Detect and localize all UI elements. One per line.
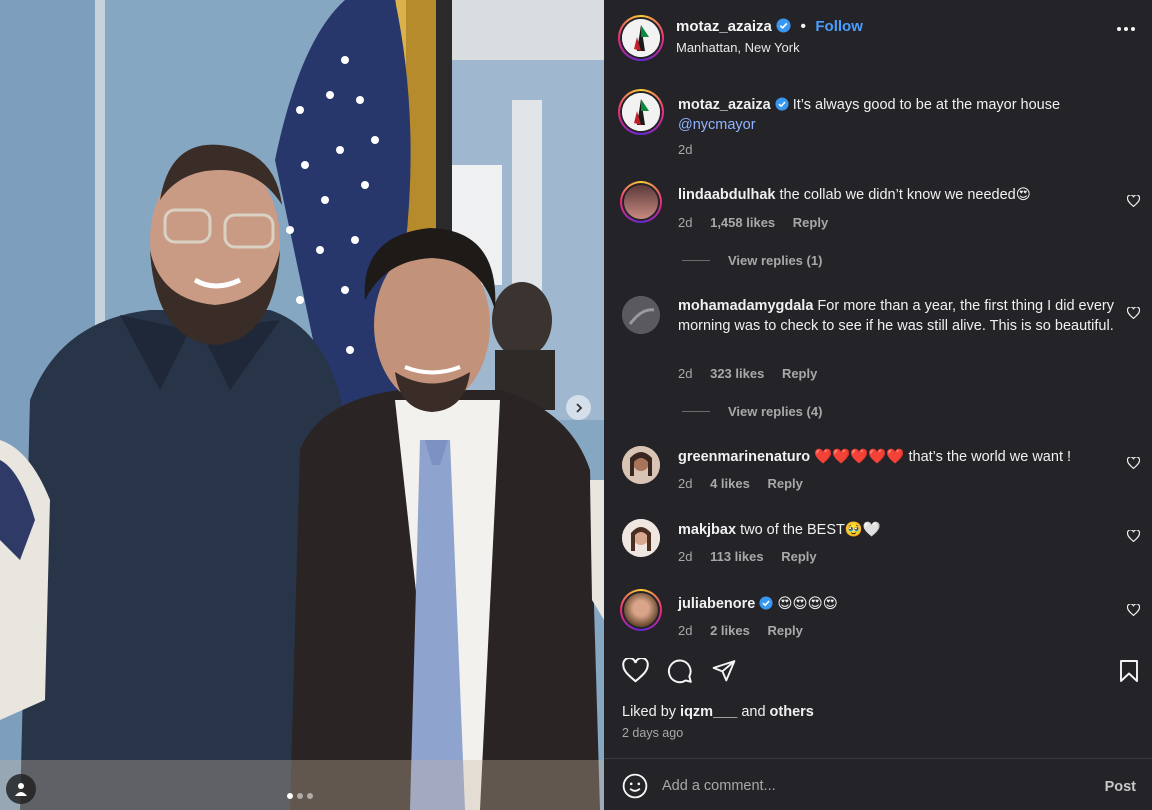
view-replies-label: View replies (4) — [728, 404, 823, 419]
carousel-dot — [297, 793, 303, 799]
comment-likes-count[interactable]: 1,458 likes — [710, 215, 775, 230]
liked-by-summary: Liked by iqzm___ and others — [622, 704, 814, 720]
comment-age: 2d — [678, 366, 693, 381]
user-tag-icon — [15, 783, 27, 796]
comment-text: 😍😍😍😍 — [777, 596, 838, 612]
heart-icon[interactable] — [622, 658, 649, 683]
carousel-dot — [287, 793, 293, 799]
post-side-panel: motaz_azaiza • Follow Manhattan, New Yor… — [604, 0, 1152, 810]
comment-text: ❤️❤️❤️❤️❤️ that’s the world we want ! — [814, 449, 1072, 465]
verified-badge-icon — [759, 596, 773, 610]
reply-button[interactable]: Reply — [767, 476, 802, 491]
heart-icon[interactable] — [1127, 195, 1140, 207]
liked-by-user-link[interactable]: iqzm___ — [680, 704, 737, 720]
post-comment-button[interactable]: Post — [1105, 779, 1136, 795]
post-header: motaz_azaiza • Follow Manhattan, New Yor… — [604, 0, 1152, 78]
comment-meta: 2d 1,458 likes Reply — [678, 215, 842, 230]
reply-divider-line — [682, 411, 710, 412]
comment-username[interactable]: greenmarinenaturo — [678, 449, 810, 465]
add-comment-bar: Post — [604, 760, 1152, 810]
comment-5: juliabenore 😍😍😍😍 — [678, 594, 1114, 614]
comment-text: the collab we didn’t know we needed😍 — [779, 187, 1031, 203]
flag-avatar-image — [622, 19, 660, 57]
comment-age: 2d — [678, 476, 693, 491]
comment-age: 2d — [678, 549, 693, 564]
caption-text: It’s always good to be at the mayor hous… — [792, 97, 1061, 113]
comment-text: two of the BEST🥹🤍 — [740, 522, 881, 538]
post-action-bar — [604, 652, 1152, 692]
share-icon[interactable] — [711, 658, 737, 683]
comment-username[interactable]: mohamadamygdala — [678, 298, 813, 314]
comment-avatar[interactable] — [622, 519, 660, 557]
comment-likes-count[interactable]: 323 likes — [710, 366, 764, 381]
comment-avatar[interactable] — [620, 589, 662, 631]
heart-icon[interactable] — [1127, 307, 1140, 319]
comment-icon[interactable] — [667, 658, 693, 684]
verified-badge-icon — [775, 97, 789, 111]
post-image — [0, 0, 604, 810]
caption-age: 2d — [678, 142, 693, 157]
comment-likes-count[interactable]: 2 likes — [710, 623, 750, 638]
view-replies-label: View replies (1) — [728, 253, 823, 268]
reply-button[interactable]: Reply — [793, 215, 828, 230]
comment-input[interactable] — [662, 772, 1082, 800]
user-tag-button[interactable] — [6, 774, 36, 804]
comment-2: mohamadamygdala For more than a year, th… — [678, 296, 1114, 336]
caption-author-avatar[interactable] — [618, 89, 664, 135]
heart-icon[interactable] — [1127, 530, 1140, 542]
follow-button[interactable]: Follow — [815, 18, 863, 35]
more-options-icon[interactable] — [1116, 26, 1136, 32]
post-timestamp[interactable]: 2 days ago — [622, 726, 683, 740]
comment-box-divider — [604, 758, 1152, 759]
avatar-image — [622, 519, 660, 557]
author-avatar[interactable] — [618, 15, 664, 61]
carousel-dot — [307, 793, 313, 799]
view-replies-button[interactable]: View replies (1) — [682, 253, 822, 268]
caption-mention-link[interactable]: @nycmayor — [678, 117, 756, 133]
comment-4: makjbax two of the BEST🥹🤍 — [678, 520, 1114, 540]
comment-username[interactable]: makjbax — [678, 522, 736, 538]
comment-age: 2d — [678, 215, 693, 230]
comment-avatar[interactable] — [622, 296, 660, 334]
comment-username[interactable]: juliabenore — [678, 596, 755, 612]
liked-by-prefix: Liked by — [622, 704, 677, 720]
caption-meta: 2d — [678, 142, 706, 157]
reply-divider-line — [682, 260, 710, 261]
comment-meta: 2d 113 likes Reply — [678, 549, 831, 564]
reply-button[interactable]: Reply — [782, 366, 817, 381]
heart-icon[interactable] — [1127, 604, 1140, 616]
comment-1: lindaabdulhak the collab we didn’t know … — [678, 185, 1114, 205]
post-photo[interactable] — [0, 0, 604, 810]
reply-button[interactable]: Reply — [781, 549, 816, 564]
post-caption: motaz_azaiza It’s always good to be at t… — [678, 95, 1114, 135]
heart-icon[interactable] — [1127, 457, 1140, 469]
comment-avatar[interactable] — [622, 446, 660, 484]
liked-by-others-link[interactable]: others — [770, 704, 814, 720]
reply-button[interactable]: Reply — [767, 623, 802, 638]
carousel-next-button[interactable] — [566, 395, 591, 420]
avatar-image — [622, 296, 660, 334]
comment-meta: 2d 4 likes Reply — [678, 476, 817, 491]
comment-likes-count[interactable]: 4 likes — [710, 476, 750, 491]
comment-username[interactable]: lindaabdulhak — [678, 187, 776, 203]
avatar-image — [622, 446, 660, 484]
view-replies-button[interactable]: View replies (4) — [682, 404, 822, 419]
bookmark-icon[interactable] — [1118, 659, 1140, 683]
flag-avatar-image — [622, 93, 660, 131]
caption-username[interactable]: motaz_azaiza — [678, 97, 771, 113]
emoji-icon[interactable] — [622, 773, 648, 799]
comment-likes-count[interactable]: 113 likes — [710, 549, 764, 564]
carousel-indicator — [287, 793, 313, 799]
comment-meta: 2d 2 likes Reply — [678, 623, 817, 638]
chevron-right-icon — [575, 402, 582, 413]
comment-meta: 2d 323 likes Reply — [678, 366, 831, 381]
comment-avatar[interactable] — [620, 181, 662, 223]
comment-3: greenmarinenaturo ❤️❤️❤️❤️❤️ that’s the … — [678, 447, 1114, 467]
post-location[interactable]: Manhattan, New York — [676, 40, 800, 55]
author-username[interactable]: motaz_azaiza — [676, 18, 772, 35]
header-separator: • — [800, 18, 806, 35]
liked-by-and: and — [741, 704, 766, 720]
verified-badge-icon — [776, 18, 791, 33]
comment-age: 2d — [678, 623, 693, 638]
